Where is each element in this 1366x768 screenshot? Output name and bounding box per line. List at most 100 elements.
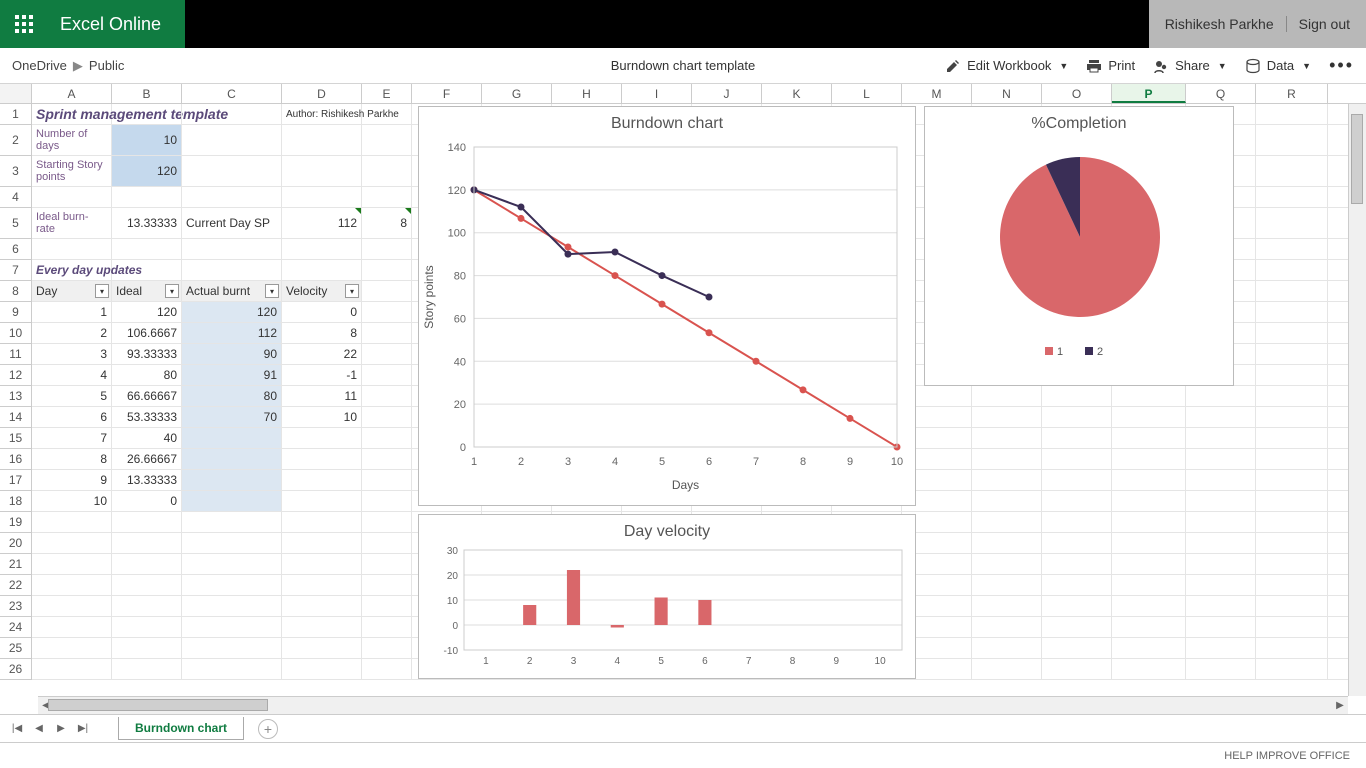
row-header-17[interactable]: 17	[0, 470, 32, 491]
cell-A4[interactable]	[32, 187, 112, 207]
help-improve-link[interactable]: HELP IMPROVE OFFICE	[1224, 750, 1350, 762]
column-header-E[interactable]: E	[362, 84, 412, 103]
cell-R14[interactable]	[1256, 407, 1328, 427]
cell-R26[interactable]	[1256, 659, 1328, 679]
cell-A22[interactable]	[32, 575, 112, 595]
cell-N13[interactable]	[972, 386, 1042, 406]
cell-P19[interactable]	[1112, 512, 1186, 532]
cell-E24[interactable]	[362, 617, 412, 637]
cell-P20[interactable]	[1112, 533, 1186, 553]
column-header-D[interactable]: D	[282, 84, 362, 103]
cell-R5[interactable]	[1256, 208, 1328, 238]
cell-Q24[interactable]	[1186, 617, 1256, 637]
row-header-24[interactable]: 24	[0, 617, 32, 638]
cell-D7[interactable]	[282, 260, 362, 280]
cell-C15[interactable]	[182, 428, 282, 448]
cell-D23[interactable]	[282, 596, 362, 616]
user-name[interactable]: Rishikesh Parkhe	[1165, 16, 1274, 32]
cell-Q26[interactable]	[1186, 659, 1256, 679]
row-header-23[interactable]: 23	[0, 596, 32, 617]
cell-A5[interactable]: Ideal burn-rate	[32, 208, 112, 238]
column-header-C[interactable]: C	[182, 84, 282, 103]
cell-E16[interactable]	[362, 449, 412, 469]
cell-D21[interactable]	[282, 554, 362, 574]
cell-E23[interactable]	[362, 596, 412, 616]
cell-Q16[interactable]	[1186, 449, 1256, 469]
cell-P22[interactable]	[1112, 575, 1186, 595]
row-header-2[interactable]: 2	[0, 125, 32, 156]
cell-C13[interactable]: 80	[182, 386, 282, 406]
cell-C5[interactable]: Current Day SP	[182, 208, 282, 238]
cell-P24[interactable]	[1112, 617, 1186, 637]
vertical-scrollbar[interactable]	[1348, 104, 1366, 696]
cell-O22[interactable]	[1042, 575, 1112, 595]
cell-A21[interactable]	[32, 554, 112, 574]
breadcrumb-public[interactable]: Public	[89, 58, 124, 73]
cell-Q21[interactable]	[1186, 554, 1256, 574]
cell-O17[interactable]	[1042, 470, 1112, 490]
cell-B20[interactable]	[112, 533, 182, 553]
cell-C18[interactable]	[182, 491, 282, 511]
cell-A25[interactable]	[32, 638, 112, 658]
cell-R17[interactable]	[1256, 470, 1328, 490]
cell-R25[interactable]	[1256, 638, 1328, 658]
row-header-25[interactable]: 25	[0, 638, 32, 659]
cell-A3[interactable]: Starting Story points	[32, 156, 112, 186]
cell-R9[interactable]	[1256, 302, 1328, 322]
cell-D9[interactable]: 0	[282, 302, 362, 322]
row-header-8[interactable]: 8	[0, 281, 32, 302]
scrollbar-thumb[interactable]	[48, 699, 268, 711]
row-header-5[interactable]: 5	[0, 208, 32, 239]
cell-O19[interactable]	[1042, 512, 1112, 532]
cell-A17[interactable]: 9	[32, 470, 112, 490]
cell-D4[interactable]	[282, 187, 362, 207]
cell-R13[interactable]	[1256, 386, 1328, 406]
column-header-A[interactable]: A	[32, 84, 112, 103]
more-button[interactable]: •••	[1329, 55, 1354, 76]
cell-D6[interactable]	[282, 239, 362, 259]
cell-E1[interactable]	[362, 104, 412, 124]
cell-A24[interactable]	[32, 617, 112, 637]
cell-B4[interactable]	[112, 187, 182, 207]
cell-Q25[interactable]	[1186, 638, 1256, 658]
cell-E8[interactable]	[362, 281, 412, 301]
cell-E7[interactable]	[362, 260, 412, 280]
cell-E2[interactable]	[362, 125, 412, 155]
cell-R1[interactable]	[1256, 104, 1328, 124]
row-header-7[interactable]: 7	[0, 260, 32, 281]
cell-Q20[interactable]	[1186, 533, 1256, 553]
cell-C23[interactable]	[182, 596, 282, 616]
cell-A26[interactable]	[32, 659, 112, 679]
cell-R6[interactable]	[1256, 239, 1328, 259]
cell-P21[interactable]	[1112, 554, 1186, 574]
cell-O26[interactable]	[1042, 659, 1112, 679]
column-header-H[interactable]: H	[552, 84, 622, 103]
cell-B10[interactable]: 106.6667	[112, 323, 182, 343]
cell-O16[interactable]	[1042, 449, 1112, 469]
horizontal-scrollbar[interactable]: ◀ ▶	[38, 696, 1348, 714]
cell-E13[interactable]	[362, 386, 412, 406]
column-header-G[interactable]: G	[482, 84, 552, 103]
cell-D2[interactable]	[282, 125, 362, 155]
column-header-P[interactable]: P	[1112, 84, 1186, 103]
cell-Q22[interactable]	[1186, 575, 1256, 595]
velocity-bar-chart[interactable]: Day velocity -10010203012345678910	[418, 514, 916, 679]
add-sheet-button[interactable]: +	[258, 719, 278, 739]
cell-E19[interactable]	[362, 512, 412, 532]
cell-R16[interactable]	[1256, 449, 1328, 469]
cell-D19[interactable]	[282, 512, 362, 532]
cell-B12[interactable]: 80	[112, 365, 182, 385]
cell-C12[interactable]: 91	[182, 365, 282, 385]
cell-B11[interactable]: 93.33333	[112, 344, 182, 364]
column-header-L[interactable]: L	[832, 84, 902, 103]
cell-E15[interactable]	[362, 428, 412, 448]
cell-D17[interactable]	[282, 470, 362, 490]
cell-N16[interactable]	[972, 449, 1042, 469]
cell-E22[interactable]	[362, 575, 412, 595]
cell-B18[interactable]: 0	[112, 491, 182, 511]
cell-Q14[interactable]	[1186, 407, 1256, 427]
cell-N20[interactable]	[972, 533, 1042, 553]
cell-B26[interactable]	[112, 659, 182, 679]
cell-A16[interactable]: 8	[32, 449, 112, 469]
cell-A9[interactable]: 1	[32, 302, 112, 322]
